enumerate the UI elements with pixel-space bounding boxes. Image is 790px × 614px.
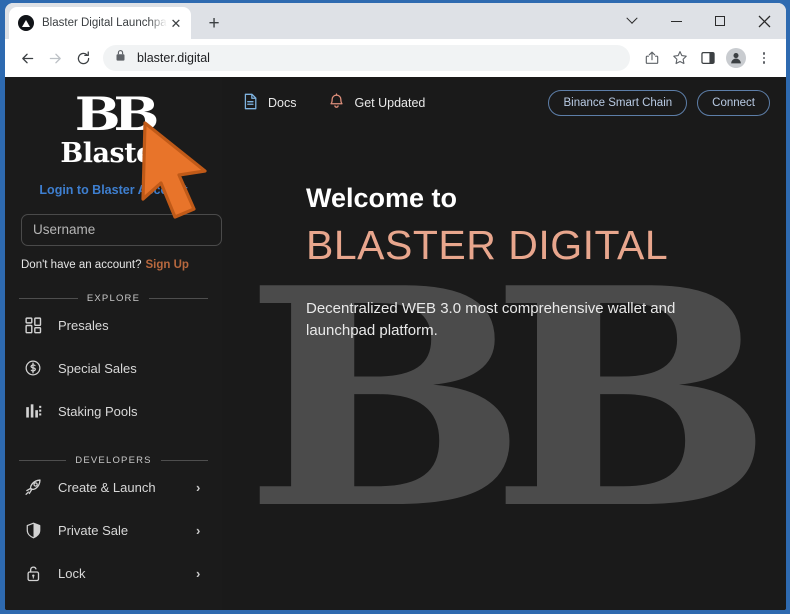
sidebar-item-staking-pools[interactable]: Staking Pools [5, 390, 222, 433]
sidebar: BB Blaster Login to Blaster Account Don'… [5, 77, 222, 610]
sidebar-item-label: Special Sales [58, 360, 137, 376]
signup-prompt: Don't have an account? [21, 258, 142, 271]
chevron-right-icon: › [196, 522, 201, 538]
main-content: BB Docs Get Updated Binance Smart Chain … [222, 77, 786, 610]
chevron-down-icon[interactable] [610, 3, 654, 39]
blaster-triangle-icon [18, 15, 34, 31]
browser-tab[interactable]: Blaster Digital Launchpad Platfor ✕ [9, 7, 191, 39]
address-bar[interactable]: blaster.digital [103, 45, 630, 71]
chevron-right-icon: › [196, 479, 201, 495]
bar-chart-icon [22, 400, 44, 422]
get-updated-label: Get Updated [354, 96, 426, 110]
lock-icon [22, 562, 44, 584]
section-divider-explore: EXPLORE [5, 293, 222, 304]
sidebar-item-lock[interactable]: Lock › [5, 552, 222, 595]
section-label: DEVELOPERS [75, 454, 152, 466]
browser-toolbar: blaster.digital [5, 39, 786, 77]
grid-icon [22, 314, 44, 336]
back-arrow-icon[interactable] [13, 44, 41, 72]
sidebar-item-private-sale[interactable]: Private Sale › [5, 509, 222, 552]
hero-subtitle: Decentralized WEB 3.0 most comprehensive… [306, 299, 676, 339]
top-navigation: Docs Get Updated Binance Smart Chain Con… [222, 77, 786, 129]
chain-selector-button[interactable]: Binance Smart Chain [548, 90, 688, 116]
sidebar-item-label: Create & Launch [58, 479, 156, 495]
chrome-frame: Blaster Digital Launchpad Platfor ✕ + [5, 3, 786, 610]
star-icon[interactable] [666, 44, 694, 72]
tab-strip: Blaster Digital Launchpad Platfor ✕ + [5, 3, 786, 39]
chevron-right-icon: › [196, 565, 201, 581]
minimize-icon[interactable] [654, 3, 698, 39]
tab-title: Blaster Digital Launchpad Platfor [42, 17, 167, 29]
close-icon[interactable]: ✕ [167, 14, 185, 32]
side-panel-icon[interactable] [694, 44, 722, 72]
page-viewport: BB Blaster Login to Blaster Account Don'… [5, 77, 786, 610]
three-dot-menu-icon[interactable] [750, 44, 778, 72]
connect-wallet-button[interactable]: Connect [697, 90, 770, 116]
page-title: BLASTER DIGITAL [306, 221, 669, 268]
signup-row: Don't have an account? Sign Up [5, 259, 222, 271]
logo-mark: BB [74, 87, 160, 141]
login-form [5, 213, 222, 246]
url-text: blaster.digital [137, 51, 210, 65]
share-icon[interactable] [638, 44, 666, 72]
hero-section: Welcome to BLASTER DIGITAL Decentralized… [222, 129, 786, 341]
toolbar-actions [638, 44, 778, 72]
reload-icon[interactable] [69, 44, 97, 72]
rocket-icon [22, 476, 44, 498]
lock-icon [115, 49, 128, 67]
bell-icon [328, 93, 345, 113]
dollar-coin-icon [22, 357, 44, 379]
logo-wordmark: Blaster [60, 138, 167, 169]
shield-icon [22, 519, 44, 541]
sidebar-item-special-sales[interactable]: Special Sales [5, 347, 222, 390]
forward-arrow-icon[interactable] [41, 44, 69, 72]
new-tab-button[interactable]: + [201, 11, 227, 37]
docs-label: Docs [268, 96, 297, 110]
sidebar-item-label: Staking Pools [58, 403, 138, 419]
signup-link[interactable]: Sign Up [145, 259, 188, 271]
sidebar-item-create-and-launch[interactable]: Create & Launch › [5, 466, 222, 509]
section-label: EXPLORE [86, 292, 141, 304]
document-icon [242, 93, 259, 113]
sidebar-item-label: Lock [58, 565, 86, 581]
close-icon[interactable] [742, 3, 786, 39]
browser-window: Blaster Digital Launchpad Platfor ✕ + [0, 0, 790, 614]
maximize-icon[interactable] [698, 3, 742, 39]
profile-avatar-icon[interactable] [722, 44, 750, 72]
username-input[interactable] [21, 213, 222, 246]
login-link[interactable]: Login to Blaster Account [5, 183, 222, 197]
get-updated-link[interactable]: Get Updated [328, 93, 425, 113]
brand-logo[interactable]: BB Blaster [5, 77, 222, 169]
docs-link[interactable]: Docs [242, 93, 296, 113]
hero-welcome: Welcome to [306, 183, 458, 213]
sidebar-item-label: Presales [58, 317, 109, 333]
section-divider-developers: DEVELOPERS [5, 455, 222, 466]
sidebar-item-presales[interactable]: Presales [5, 304, 222, 347]
sidebar-item-label: Private Sale [58, 522, 129, 538]
